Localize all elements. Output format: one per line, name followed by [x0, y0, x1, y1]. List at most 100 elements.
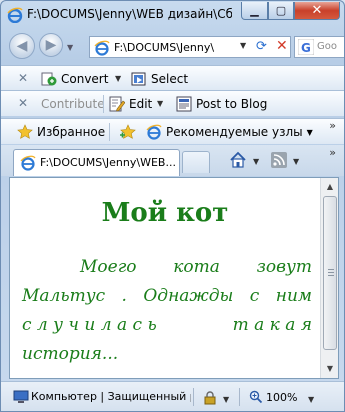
- scroll-down-arrow-icon[interactable]: ▼: [322, 361, 338, 377]
- post-to-blog-button[interactable]: Post to Blog: [176, 95, 267, 113]
- contribute-button[interactable]: Contribute: [41, 95, 105, 113]
- zoom-dropdown-icon[interactable]: ▼: [308, 395, 314, 404]
- select-icon: [131, 72, 146, 86]
- zoom-magnifier-icon: [249, 390, 263, 404]
- word: ним: [275, 286, 312, 306]
- word: Моего: [80, 257, 137, 277]
- convert-button[interactable]: Convert: [41, 70, 108, 88]
- word: зовут: [256, 257, 312, 277]
- ie-tab-icon: [20, 155, 36, 171]
- favorites-star-icon: [17, 124, 33, 139]
- close-toolbar-icon[interactable]: ✕: [18, 96, 28, 110]
- close-icon: ✕: [311, 3, 323, 18]
- scroll-up-arrow-icon[interactable]: ▲: [322, 179, 338, 195]
- select-label: Select: [151, 72, 189, 86]
- back-arrow-icon: ◀: [16, 38, 28, 54]
- vertical-scrollbar[interactable]: ▲ ▼: [320, 178, 338, 378]
- more-chevron-icon[interactable]: »: [329, 119, 336, 132]
- paragraph-line: с л у ч и л а с ь т а к а я: [22, 311, 312, 340]
- convert-icon: [41, 72, 57, 86]
- search-box[interactable]: G Goo: [294, 36, 344, 58]
- back-button[interactable]: ◀: [9, 33, 35, 59]
- google-icon: G: [298, 39, 314, 55]
- tab-bar-more-chevron-icon[interactable]: »: [329, 146, 336, 159]
- close-toolbar-icon[interactable]: ✕: [18, 71, 28, 85]
- browser-window: F:\DOCUMS\Jenny\WEB дизайн\Сбо... ▁ ▢ ✕ …: [0, 0, 345, 412]
- page-heading: Мой кот: [101, 198, 229, 228]
- word: Мальтус: [22, 286, 106, 306]
- word: .: [121, 286, 127, 306]
- address-dropdown-icon[interactable]: ▼: [240, 41, 246, 50]
- convert-dropdown-icon[interactable]: ▼: [115, 74, 121, 83]
- home-icon[interactable]: [229, 151, 247, 169]
- tab-current-page[interactable]: F:\DOCUMS\Jenny\WEB...: [13, 149, 180, 176]
- maximize-icon: ▢: [275, 4, 287, 17]
- tab-label: F:\DOCUMS\Jenny\WEB...: [40, 156, 176, 169]
- toolbar-separator: [103, 95, 104, 113]
- favorites-label: Избранное: [37, 125, 106, 139]
- close-button[interactable]: ✕: [294, 2, 340, 20]
- page-paragraph: Моего кота зовут Мальтус . Однажды с ним…: [22, 253, 312, 369]
- tab-bar: F:\DOCUMS\Jenny\WEB... ▼ ▼ »: [1, 145, 344, 176]
- post-to-blog-label: Post to Blog: [196, 97, 268, 111]
- ie-page-icon: [94, 40, 110, 56]
- paragraph-line: Мальтус . Однажды с ним: [22, 282, 312, 311]
- svg-text:G: G: [301, 41, 311, 55]
- window-title: F:\DOCUMS\Jenny\WEB дизайн\Сбо...: [27, 7, 232, 21]
- stop-icon[interactable]: ✕: [276, 38, 288, 54]
- protected-mode-dropdown-icon[interactable]: ▼: [223, 395, 229, 404]
- select-button[interactable]: Select: [131, 70, 188, 88]
- add-to-favorites-bar-button[interactable]: [119, 123, 141, 141]
- scrollbar-thumb[interactable]: [323, 196, 337, 350]
- rss-feed-icon[interactable]: [271, 152, 287, 168]
- minimize-button[interactable]: ▁: [241, 2, 268, 20]
- suggested-dropdown-icon: ▼: [306, 127, 313, 137]
- word: с: [249, 286, 260, 306]
- address-input[interactable]: F:\DOCUMS\Jenny\: [114, 41, 238, 54]
- navigation-bar: ◀ ▶ ▼ F:\DOCUMS\Jenny\ ▼ ⟳ ✕ G Goo: [1, 29, 344, 65]
- paragraph-line: Моего кота зовут: [22, 253, 312, 282]
- status-bar: Компьютер | Защищенный р ▼ 100% ▼: [1, 381, 344, 411]
- contribute-label: Contribute: [41, 97, 105, 111]
- forward-arrow-icon: ▶: [45, 37, 57, 53]
- word: т а к а я: [232, 315, 312, 335]
- ie-logo-icon: [7, 7, 23, 23]
- word: история...: [22, 344, 119, 364]
- word: кота: [173, 257, 220, 277]
- protected-mode-icon[interactable]: [203, 391, 217, 405]
- page-viewport: Мой кот Моего кота зовут Мальтус . Однаж…: [9, 177, 339, 379]
- refresh-icon[interactable]: ⟳: [256, 39, 267, 54]
- paragraph-line: история...: [22, 340, 312, 369]
- edit-dropdown-icon[interactable]: ▼: [157, 99, 163, 108]
- forward-button[interactable]: ▶: [39, 33, 63, 57]
- page-content: Мой кот Моего кота зовут Мальтус . Однаж…: [10, 178, 320, 378]
- favorites-bar: Избранное Рекомендуемые узлы ▼ »: [1, 118, 344, 144]
- word: с л у ч и л а с ь: [22, 315, 157, 335]
- maximize-button[interactable]: ▢: [268, 2, 294, 20]
- ie-suggested-icon: [146, 124, 162, 140]
- edit-label: Edit: [129, 97, 153, 111]
- pdf-toolbar: ✕ Convert ▼ Select: [1, 65, 344, 91]
- title-bar: F:\DOCUMS\Jenny\WEB дизайн\Сбо... ▁ ▢ ✕: [1, 1, 344, 29]
- security-zone-text[interactable]: Компьютер | Защищенный р: [31, 390, 191, 403]
- status-separator: [193, 388, 194, 406]
- zoom-control[interactable]: 100%: [249, 390, 297, 404]
- suggested-sites-button[interactable]: Рекомендуемые узлы ▼: [146, 123, 313, 141]
- search-input[interactable]: Goo: [317, 41, 337, 52]
- favorites-button[interactable]: Избранное: [17, 123, 105, 141]
- computer-zone-icon: [13, 390, 29, 403]
- minimize-icon: ▁: [250, 4, 259, 17]
- feeds-dropdown-icon[interactable]: ▼: [293, 157, 299, 166]
- home-dropdown-icon[interactable]: ▼: [253, 157, 259, 166]
- contribute-toolbar: ✕ Contribute Edit ▼ Post to Blog: [1, 90, 344, 116]
- zoom-level: 100%: [266, 390, 298, 404]
- convert-label: Convert: [61, 72, 109, 86]
- recent-pages-dropdown[interactable]: ▼: [67, 43, 73, 52]
- edit-button[interactable]: Edit: [109, 95, 152, 113]
- add-favorite-icon: [120, 124, 136, 139]
- edit-pencil-icon: [109, 96, 125, 112]
- new-tab-button[interactable]: [182, 151, 210, 173]
- toolbar-separator: [109, 123, 110, 141]
- address-bar[interactable]: F:\DOCUMS\Jenny\ ▼ ⟳ ✕: [89, 36, 291, 58]
- word: Однажды: [143, 286, 234, 306]
